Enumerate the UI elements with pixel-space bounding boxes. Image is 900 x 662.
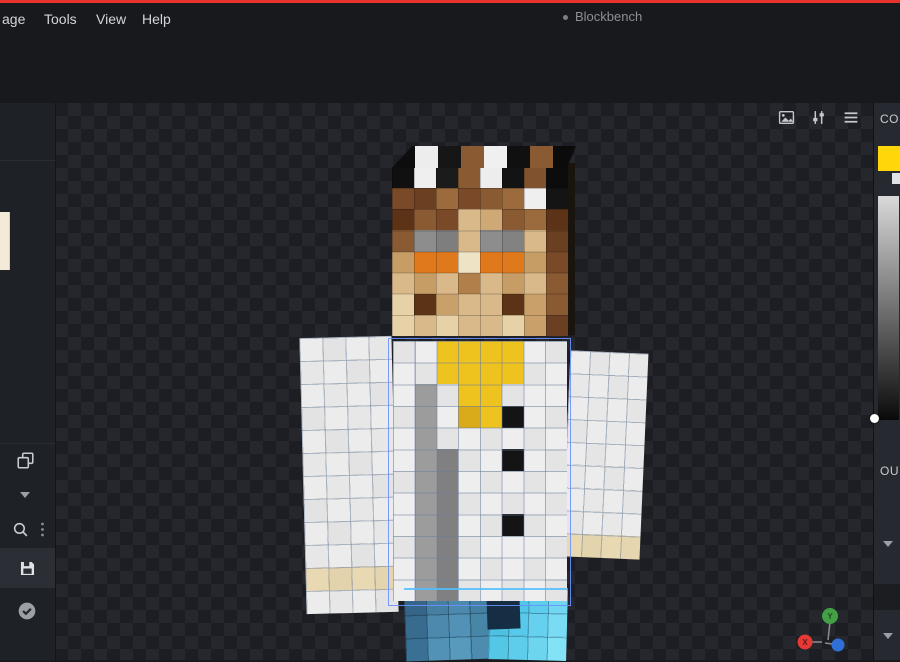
axis-gizmo[interactable]: Y X [792,602,856,658]
outliner-panel-title[interactable]: OU [880,464,899,478]
texture-thumbnail[interactable] [0,212,10,270]
right-panel: CO OU [870,103,900,660]
viewport-sliders-icon[interactable] [810,109,827,126]
window-title-dot [563,15,568,20]
left-sidebar [0,103,56,660]
color-mini-button[interactable] [892,173,900,184]
panel-chevron-icon[interactable] [883,541,893,547]
sidebar-divider [0,443,55,444]
menu-item-image[interactable]: age [2,11,25,27]
sidebar-collapse-chevron-icon[interactable] [20,492,30,498]
window-title: Blockbench [575,9,643,24]
model-left-arm[interactable] [299,335,399,615]
menu-item-tools[interactable]: Tools [44,11,77,27]
sidebar-divider [0,160,55,161]
floppy-icon [20,561,35,575]
gizmo-z-axis [831,638,845,652]
search-icon[interactable] [12,521,29,538]
gizmo-y-label: Y [827,612,833,621]
viewport-menu-icon[interactable] [842,109,860,126]
menu-item-view[interactable]: View [96,11,126,27]
color-swatch[interactable] [878,146,900,171]
gizmo-x-label: X [802,638,808,647]
confirm-check-icon[interactable] [17,601,37,621]
value-gradient-slider[interactable] [878,196,899,420]
viewport-background-icon[interactable] [778,109,795,126]
gradient-slider-knob[interactable] [870,414,879,423]
sidebar-kebab-icon[interactable] [40,522,45,537]
menu-item-help[interactable]: Help [142,11,171,27]
model-head-top[interactable] [392,146,576,168]
selection-outline [388,338,571,606]
paint-toolbar: 1 255 0 Default [0,62,900,158]
save-button[interactable] [0,548,55,588]
color-panel-title[interactable]: CO [880,112,899,126]
model-head-front[interactable] [392,167,568,336]
leg-selection-line [404,588,568,590]
menubar: age Tools View Help Blockbench [0,3,900,33]
outliner-row[interactable] [874,584,900,610]
model-right-arm[interactable] [561,350,649,560]
layers-icon[interactable] [16,451,35,470]
panel-chevron-icon[interactable] [883,633,893,639]
